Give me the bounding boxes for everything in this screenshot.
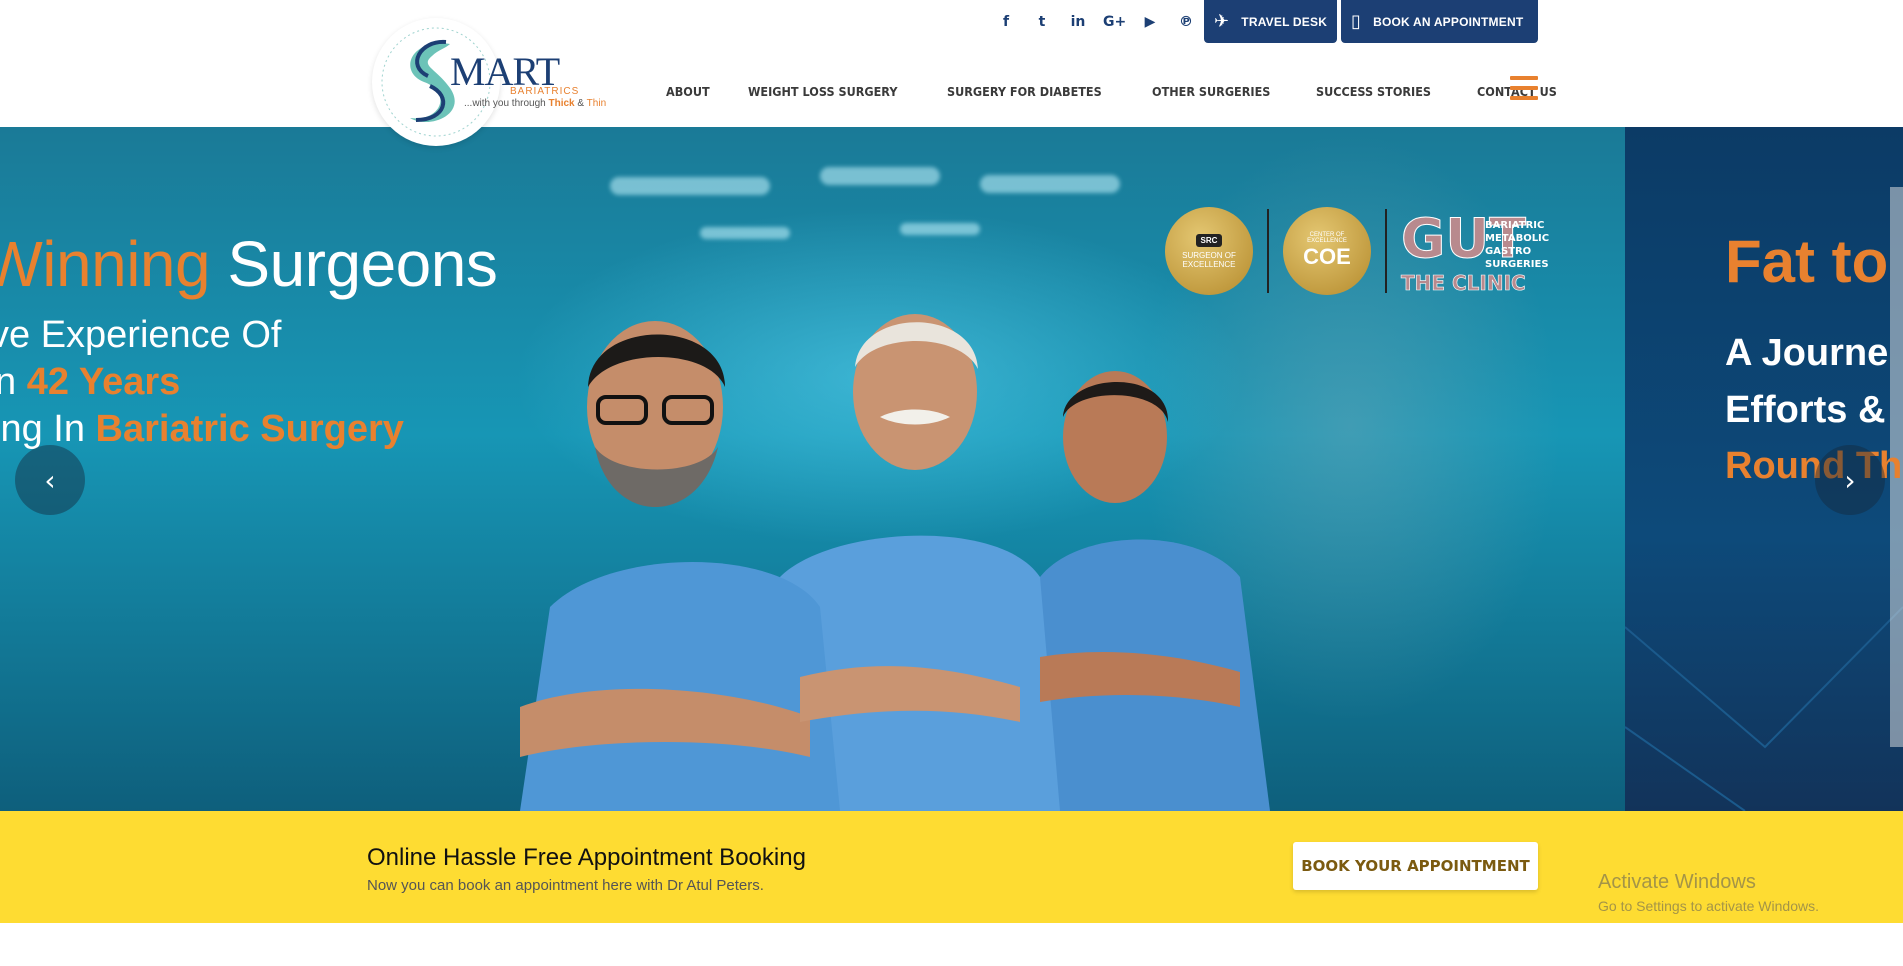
slide2-headline: Fat to [1725,228,1889,295]
hero-line-2-prefix: n [0,361,17,403]
surgeon-of-excellence-badge: SRC SURGEON OF EXCELLENCE [1165,207,1253,295]
hero-line-1: ve Experience Of [0,314,282,356]
hero-headline-rest: Surgeons [210,228,498,300]
travel-desk-button[interactable]: ✈ TRAVEL DESK [1204,0,1337,43]
logo-subtitle: BARIATRICS [510,86,580,97]
gut-clinic-line: METABOLIC [1485,233,1550,244]
book-appointment-label: BOOK AN APPOINTMENT [1373,14,1524,29]
hero-line-3-highlight: Bariatric Surgery [95,408,404,450]
nav-weight-loss-surgery[interactable]: WEIGHT LOSS SURGERY [748,84,897,99]
travel-desk-label: TRAVEL DESK [1241,14,1328,29]
logo-tagline-prefix: ...with you through [464,98,549,109]
site-logo[interactable]: MART BARIATRICS ...with you through Thic… [372,18,612,150]
slider-next-button[interactable]: › [1815,445,1885,515]
appointment-title: Online Hassle Free Appointment Booking [367,844,806,871]
nav-success-stories[interactable]: SUCCESS STORIES [1316,84,1431,99]
book-appointment-button[interactable]: ▯ BOOK AN APPOINTMENT [1341,0,1538,43]
hero-line-2: n 42 Years [0,361,180,404]
logo-tagline-and: & [574,98,587,109]
windows-activation-title: Activate Windows [1598,871,1756,893]
center-of-excellence-badge: CENTER OF EXCELLENCE COE [1283,207,1371,295]
main-nav: ABOUT WEIGHT LOSS SURGERY SURGERY FOR DI… [666,84,1599,99]
hamburger-menu-icon[interactable] [1510,76,1538,100]
google-plus-icon[interactable]: G+ [1103,13,1126,31]
hero-line-3-prefix: ing In [0,408,96,450]
chevron-right-icon: › [1844,463,1856,497]
badge-divider [1267,209,1269,293]
badge-src-label: SRC [1195,233,1223,247]
gut-clinic-line: BARIATRIC [1485,220,1545,231]
hero-headline: d Winning Surgeons [0,227,498,301]
gut-clinic-name: THE CLINIC [1401,271,1526,296]
nav-about[interactable]: ABOUT [666,84,710,99]
badge-coe-caption: CENTER OF EXCELLENCE [1307,232,1347,244]
nav-surgery-for-diabetes[interactable]: SURGERY FOR DIABETES [947,84,1102,99]
hero-slide-current: d Winning Surgeons ve Experience Of n 42… [0,127,1625,811]
gut-clinic-logo: GUT BARIATRIC METABOLIC GASTRO SURGERIES… [1400,207,1549,296]
chevron-left-icon: ‹ [44,463,56,497]
slide2-line-1: A Journe [1725,332,1889,374]
linkedin-icon[interactable]: in [1067,13,1089,31]
hero-headline-highlight: d Winning [0,228,211,300]
pinterest-icon[interactable]: ℗ [1175,13,1197,31]
hero-line-3: ing In Bariatric Surgery [0,408,404,451]
logo-tagline: ...with you through Thick & Thin [464,98,606,109]
slider-prev-button[interactable]: ‹ [15,445,85,515]
book-your-appointment-button[interactable]: BOOK YOUR APPOINTMENT [1293,842,1538,890]
youtube-icon[interactable]: ▶ [1139,13,1161,31]
nav-other-surgeries[interactable]: OTHER SURGERIES [1152,84,1270,99]
hero-slider: d Winning Surgeons ve Experience Of n 42… [0,127,1903,811]
appointment-subtitle: Now you can book an appointment here wit… [367,877,764,894]
slide2-line-2: Efforts & [1725,389,1886,431]
windows-activation-hint: Go to Settings to activate Windows. [1598,898,1819,914]
badge-divider-2 [1385,209,1387,293]
facebook-icon[interactable]: f [995,13,1017,31]
social-links: f t in G+ ▶ ℗ [995,13,1197,31]
gut-clinic-line: GASTRO [1485,246,1532,257]
gut-clinic-lines: BARIATRIC METABOLIC GASTRO SURGERIES [1485,219,1549,271]
site-header: MART BARIATRICS ...with you through Thic… [0,0,1903,146]
surgeons-photo [520,314,1270,811]
logo-tagline-thin: Thin [586,98,607,109]
hero-line-2-highlight: 42 Years [26,361,181,403]
accreditation-badges: SRC SURGEON OF EXCELLENCE CENTER OF EXCE… [1165,207,1549,296]
page: MART BARIATRICS ...with you through Thic… [0,0,1903,966]
badge-surgeon-label: SURGEON OF EXCELLENCE [1182,250,1236,269]
gut-clinic-line: SURGERIES [1485,259,1549,270]
logo-tagline-thick: Thick [548,98,575,109]
mobile-phone-icon: ▯ [1351,10,1362,32]
twitter-icon[interactable]: t [1031,13,1053,31]
airplane-icon: ✈ [1214,10,1230,32]
badge-coe-label: COE [1303,244,1351,269]
